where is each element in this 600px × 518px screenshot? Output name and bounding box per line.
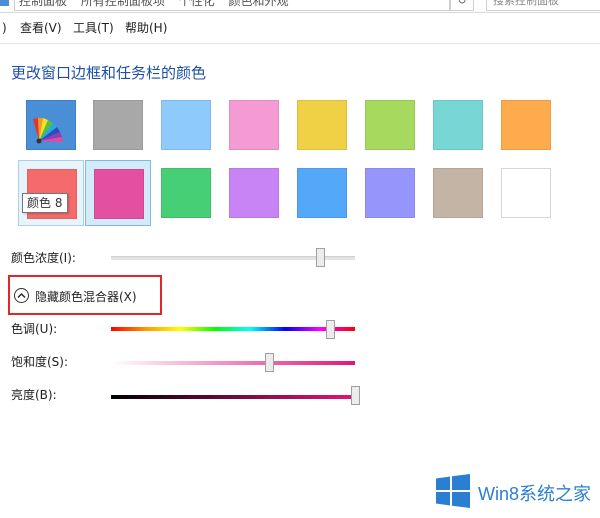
swatch-pink[interactable] [221, 92, 287, 158]
color-swatch [229, 168, 279, 218]
menu-item-help[interactable]: 帮助(H) [125, 13, 167, 43]
hue-slider-thumb[interactable] [326, 320, 336, 339]
page-title: 更改窗口边框和任务栏的颜色 [11, 64, 207, 82]
color-swatch [365, 168, 415, 218]
color-mixer-toggle-highlight[interactable]: 隐藏颜色混合器(X) [8, 275, 162, 315]
color-swatch [161, 100, 211, 150]
swatch-green[interactable] [153, 160, 219, 226]
color-swatch [501, 168, 551, 218]
swatch-yellow[interactable] [289, 92, 355, 158]
color-swatch [501, 100, 551, 150]
swatch-sky[interactable] [153, 92, 219, 158]
chevron-up-icon[interactable] [14, 288, 29, 303]
windows-logo-icon [436, 474, 470, 508]
watermark: Win8系统之家 [436, 474, 600, 510]
swatch-violet[interactable] [221, 160, 287, 226]
address-bar: 控制面板 所有控制面板项 个性化 颜色和外观 ↻ 搜索控制面板 [0, 0, 600, 13]
computer-icon [0, 0, 9, 6]
color-swatch [297, 100, 347, 150]
swatch-tooltip: 颜色 8 [22, 193, 68, 213]
saturation-slider-thumb[interactable] [265, 353, 275, 372]
color-swatch [433, 168, 483, 218]
swatch-gray[interactable] [85, 92, 151, 158]
color-swatch [161, 168, 211, 218]
hide-color-mixer-label[interactable]: 隐藏颜色混合器(X) [35, 288, 137, 305]
brightness-slider-thumb[interactable] [350, 386, 360, 405]
breadcrumb-all-items[interactable]: 所有控制面板项 [81, 0, 165, 8]
address-field[interactable]: 控制面板 所有控制面板项 个性化 颜色和外观 [14, 0, 450, 11]
swatch-auto[interactable] [18, 92, 84, 158]
swatch-blue[interactable] [289, 160, 355, 226]
swatch-white[interactable] [493, 160, 559, 226]
swatch-taupe[interactable] [425, 160, 491, 226]
search-input[interactable]: 搜索控制面板 [486, 0, 600, 11]
breadcrumb-color-appearance[interactable]: 颜色和外观 [229, 0, 289, 8]
brightness-slider-track[interactable] [111, 395, 355, 399]
hue-slider-track[interactable] [111, 327, 355, 331]
menu-bar: ) 查看(V) 工具(T) 帮助(H) [0, 13, 600, 44]
menu-item-tools[interactable]: 工具(T) [73, 13, 114, 43]
intensity-label: 颜色浓度(I): [11, 251, 76, 265]
color-fan-icon [26, 100, 76, 150]
swatch-periwinkle[interactable] [357, 160, 423, 226]
menu-item-partial[interactable]: ) [2, 13, 7, 43]
swatch-lime[interactable] [357, 92, 423, 158]
swatch-magenta-selected[interactable] [85, 160, 151, 226]
brightness-label: 亮度(B): [11, 388, 57, 402]
swatch-teal[interactable] [425, 92, 491, 158]
menu-item-view[interactable]: 查看(V) [20, 13, 62, 43]
color-swatch [94, 169, 144, 219]
hue-label: 色调(U): [11, 322, 58, 336]
watermark-text: Win8系统之家 [478, 484, 592, 504]
saturation-slider-track[interactable] [111, 361, 355, 365]
refresh-button[interactable]: ↻ [450, 0, 474, 11]
color-swatch [365, 100, 415, 150]
color-swatch [93, 100, 143, 150]
breadcrumb-control-panel[interactable]: 控制面板 [19, 0, 67, 8]
intensity-slider-thumb[interactable] [316, 248, 326, 267]
color-swatch [229, 100, 279, 150]
breadcrumb-personalization[interactable]: 个性化 [179, 0, 215, 8]
saturation-label: 饱和度(S): [11, 355, 69, 369]
swatch-orange[interactable] [493, 92, 559, 158]
color-swatch [433, 100, 483, 150]
color-swatch [297, 168, 347, 218]
